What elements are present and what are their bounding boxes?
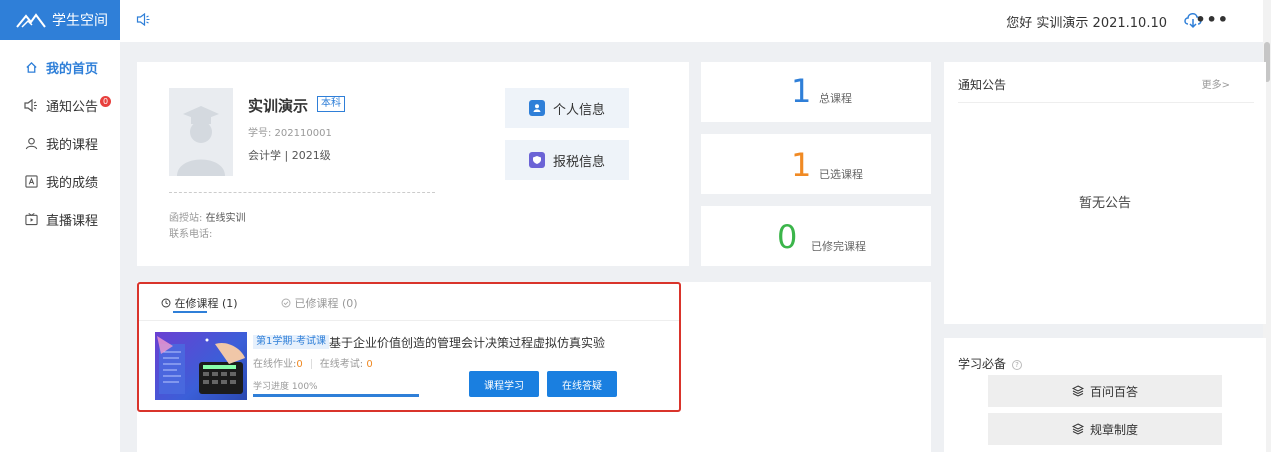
active-tab-indicator bbox=[173, 311, 207, 313]
sidebar: 学生空间 我的首页 通知公告 0 我的课程 我的成绩 直播课程 bbox=[0, 0, 120, 452]
notice-panel: 通知公告 更多> 暂无公告 bbox=[944, 62, 1266, 324]
stat-label: 已选课程 bbox=[819, 168, 863, 181]
progress-fill bbox=[253, 394, 419, 397]
degree-level-tag: 本科 bbox=[317, 96, 345, 112]
profile-card: 实训演示 本科 学号: 202110001 会计学 | 2021级 函授站: 在… bbox=[137, 62, 689, 266]
course-panel: 在修课程 (1) 已修课程 (0) 第1学期-考试课 基于企业价值创造的管理会计… bbox=[137, 282, 931, 452]
personal-info-button[interactable]: 个人信息 bbox=[505, 88, 629, 128]
sidebar-item-label: 我的首页 bbox=[46, 61, 99, 77]
logo-text: 学生空间 bbox=[52, 13, 108, 29]
stat-value: 1 bbox=[791, 146, 812, 184]
course-study-button[interactable]: 课程学习 bbox=[469, 371, 539, 397]
tab-label: 已修课程 (0) bbox=[294, 297, 358, 310]
top-bar: 您好 实训演示 2021.10.10 ••• bbox=[120, 0, 1271, 42]
tab-label: 在修课程 (1) bbox=[174, 297, 238, 310]
phone-label: 联系电话: bbox=[169, 229, 213, 240]
stat-total-courses[interactable]: 1 总课程 bbox=[701, 62, 931, 122]
progress-label: 学习进度 100% bbox=[253, 382, 318, 392]
speaker-icon bbox=[24, 98, 38, 112]
divider bbox=[139, 320, 679, 321]
stat-value: 1 bbox=[791, 72, 812, 110]
sidebar-item-live[interactable]: 直播课程 bbox=[0, 200, 120, 238]
faq-button[interactable]: 百问百答 bbox=[988, 375, 1222, 407]
homework-count: 0 bbox=[296, 359, 303, 370]
exam-count: 0 bbox=[366, 359, 373, 370]
online-qa-button[interactable]: 在线答疑 bbox=[547, 371, 617, 397]
course-thumbnail[interactable] bbox=[155, 332, 247, 400]
sidebar-item-courses[interactable]: 我的课程 bbox=[0, 124, 120, 162]
rules-label: 规章制度 bbox=[1089, 422, 1138, 437]
study-title-text: 学习必备 bbox=[958, 357, 1007, 371]
stat-selected-courses[interactable]: 1 已选课程 bbox=[701, 134, 931, 194]
live-tv-icon bbox=[24, 212, 38, 226]
stat-value: 0 bbox=[777, 218, 798, 256]
layers-icon bbox=[1071, 385, 1084, 397]
avatar bbox=[169, 88, 233, 176]
clock-icon bbox=[161, 298, 171, 308]
shield-icon bbox=[528, 152, 545, 168]
check-circle-icon bbox=[281, 298, 291, 308]
sidebar-item-label: 我的课程 bbox=[46, 137, 99, 153]
personal-info-label: 个人信息 bbox=[552, 102, 605, 118]
sidebar-item-home[interactable]: 我的首页 bbox=[0, 48, 120, 86]
sidebar-item-label: 我的成绩 bbox=[46, 175, 99, 191]
tax-info-label: 报税信息 bbox=[552, 154, 605, 170]
faq-label: 百问百答 bbox=[1089, 384, 1138, 399]
stat-finished-courses[interactable]: 0 已修完课程 bbox=[701, 206, 931, 266]
station-value: 在线实训 bbox=[205, 213, 246, 224]
divider bbox=[958, 102, 1254, 103]
grade-icon bbox=[24, 174, 38, 188]
exam-label: 在线考试: bbox=[319, 359, 364, 370]
station-label: 函授站: bbox=[169, 213, 203, 224]
notice-empty-text: 暂无公告 bbox=[1078, 196, 1131, 211]
student-id: 学号: 202110001 bbox=[248, 128, 332, 139]
stat-label: 总课程 bbox=[819, 92, 852, 105]
user-greeting: 您好 实训演示 2021.10.10 bbox=[1006, 15, 1167, 31]
announcement-speaker-icon[interactable] bbox=[136, 12, 151, 30]
stat-label: 已修完课程 bbox=[811, 240, 866, 253]
sidebar-item-label: 直播课程 bbox=[46, 213, 99, 229]
home-icon bbox=[24, 60, 38, 74]
divider bbox=[310, 359, 312, 369]
tab-in-progress[interactable]: 在修课程 (1) bbox=[161, 295, 238, 311]
sidebar-item-grades[interactable]: 我的成绩 bbox=[0, 162, 120, 200]
layers-icon bbox=[1071, 423, 1084, 435]
person-icon bbox=[528, 100, 545, 116]
tax-info-button[interactable]: 报税信息 bbox=[505, 140, 629, 180]
help-icon[interactable]: ? bbox=[1012, 359, 1023, 370]
tab-completed[interactable]: 已修课程 (0) bbox=[281, 295, 358, 311]
homework-label: 在线作业: bbox=[253, 359, 297, 370]
divider bbox=[169, 192, 435, 193]
study-essentials-panel: 学习必备? 百问百答 规章制度 bbox=[944, 338, 1266, 452]
mountain-logo-icon bbox=[16, 13, 46, 28]
course-list-highlight: 在修课程 (1) 已修课程 (0) 第1学期-考试课 基于企业价值创造的管理会计… bbox=[137, 282, 681, 412]
course-title[interactable]: 基于企业价值创造的管理会计决策过程虚拟仿真实验 bbox=[329, 334, 605, 351]
student-major: 会计学 | 2021级 bbox=[248, 149, 331, 162]
notice-title: 通知公告 bbox=[958, 78, 1007, 92]
study-essentials-title: 学习必备? bbox=[958, 355, 1023, 372]
logo[interactable]: 学生空间 bbox=[0, 0, 120, 40]
course-meta: 在线作业:0 在线考试: 0 bbox=[253, 355, 373, 370]
notice-more-link[interactable]: 更多> bbox=[1202, 76, 1230, 91]
course-semester-tag: 第1学期-考试课 bbox=[253, 335, 329, 349]
sidebar-item-label: 通知公告 bbox=[46, 99, 99, 115]
notice-count-badge: 0 bbox=[100, 95, 112, 107]
user-icon bbox=[24, 136, 38, 150]
rules-button[interactable]: 规章制度 bbox=[988, 413, 1222, 445]
progress-bar bbox=[253, 394, 419, 397]
station-info: 函授站: 在线实训 bbox=[169, 209, 246, 224]
sidebar-item-notice[interactable]: 通知公告 0 bbox=[0, 86, 120, 124]
student-name: 实训演示 bbox=[248, 97, 309, 115]
more-options-icon[interactable]: ••• bbox=[1195, 10, 1229, 29]
